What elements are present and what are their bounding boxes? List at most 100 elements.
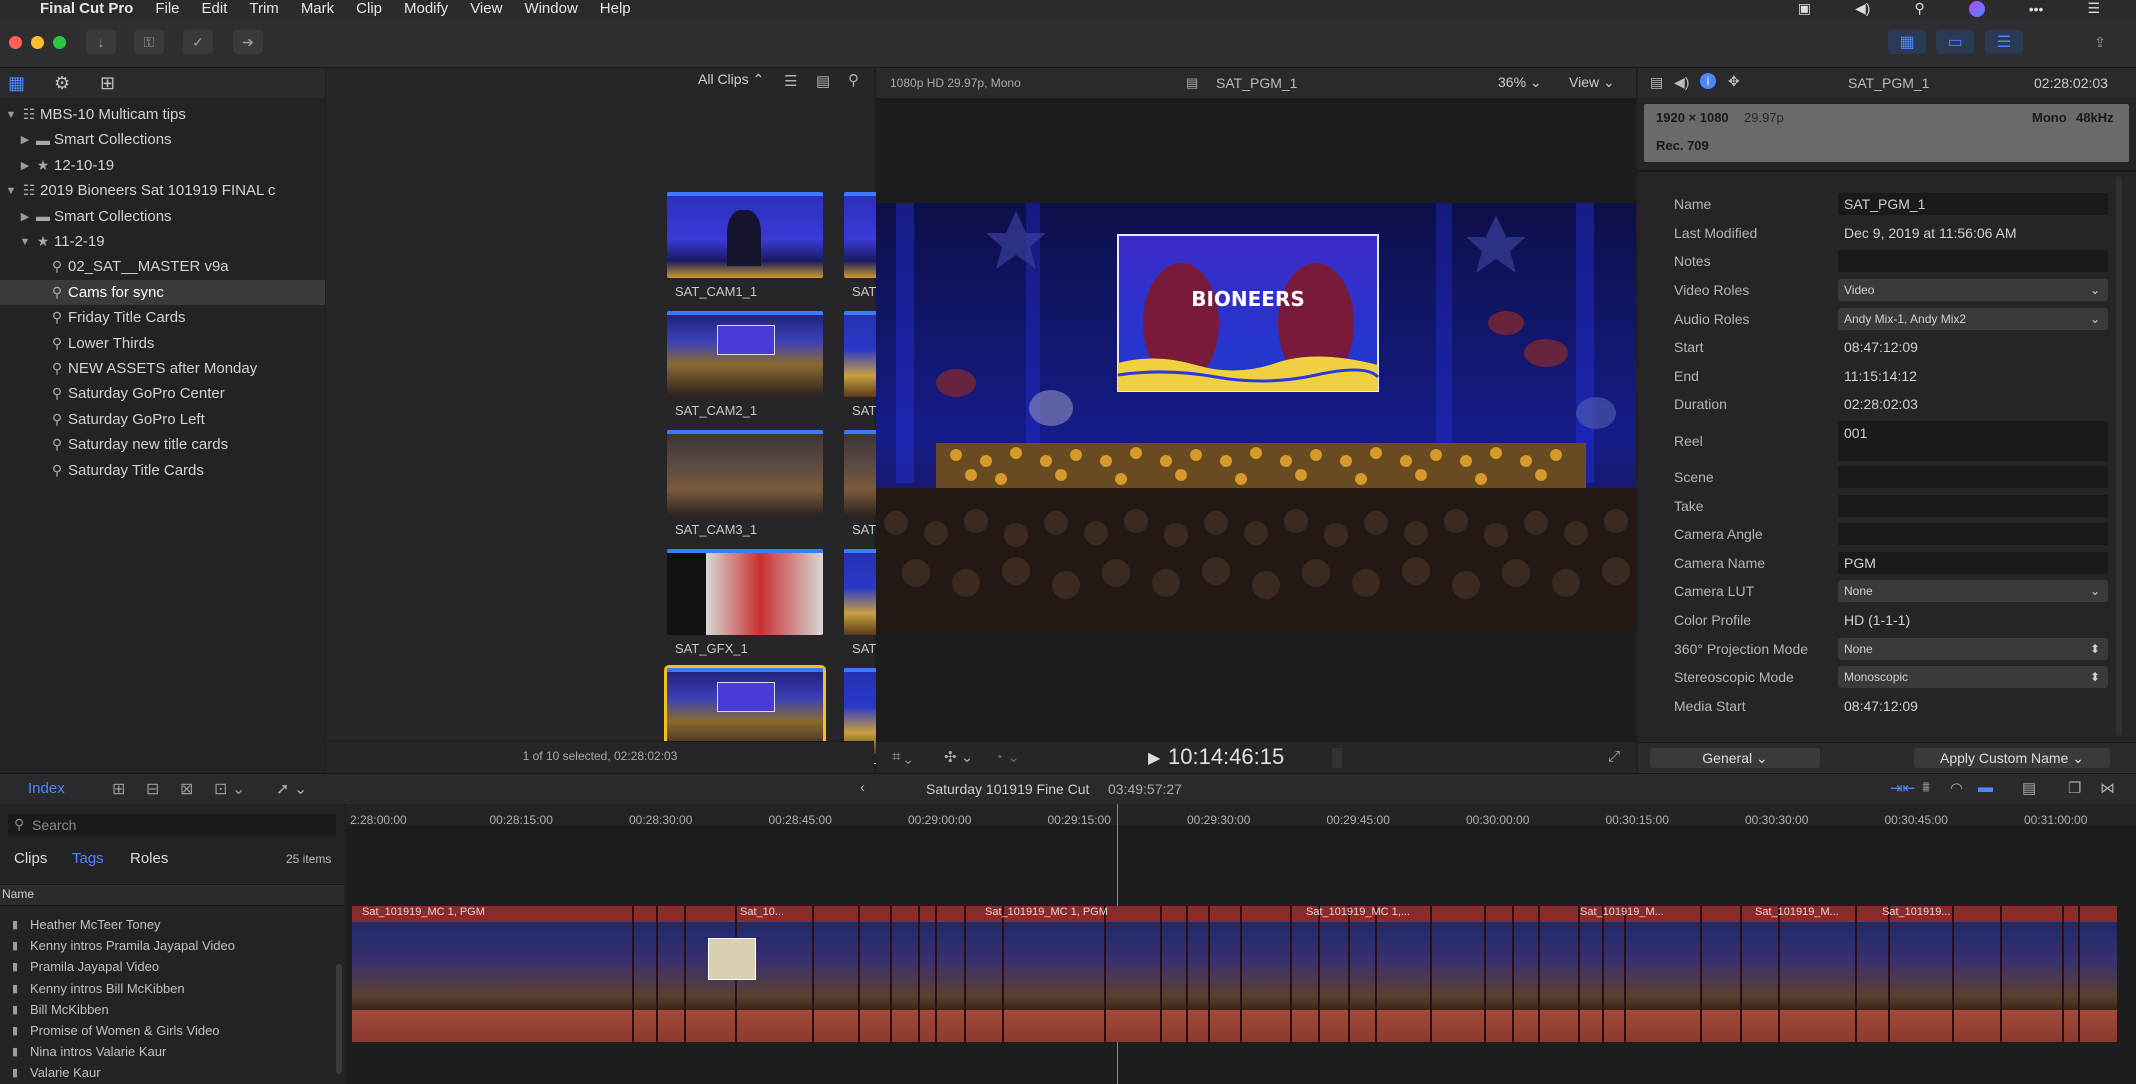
sidebar-item-lower-thirds[interactable]: ⚲ Lower Thirds (0, 331, 325, 356)
volume-icon[interactable]: ◀) (1855, 0, 1870, 17)
clip-edit-point[interactable] (1375, 906, 1377, 1042)
field-camera-name[interactable]: PGM (1838, 551, 2108, 574)
disclosure-open-icon[interactable]: ▼ (4, 109, 18, 121)
menu-help[interactable]: Help (600, 0, 631, 17)
clip-appearance-timeline-icon[interactable]: ▤ (2022, 779, 2036, 797)
field-stereoscopic-mode[interactable]: Monoscopic ⬍ (1838, 666, 2108, 689)
clip-thumbnail-sat-gfx-1[interactable] (667, 549, 823, 635)
clip-edit-point[interactable] (918, 906, 920, 1042)
audio-inspector-icon[interactable]: ◀) (1674, 74, 1689, 91)
clip-edit-point[interactable] (632, 906, 634, 1042)
siri-icon[interactable] (1968, 0, 1985, 17)
tab-roles[interactable]: Roles (130, 850, 168, 867)
transform-icon[interactable]: ✣ ⌄ (944, 748, 973, 766)
field-camera-lut[interactable]: None ⌄ (1838, 580, 2108, 603)
clip-edit-point[interactable] (1700, 906, 1702, 1042)
sidebar-item-friday-title-cards[interactable]: ⚲ Friday Title Cards (0, 305, 325, 330)
sidebar-item-02-sat-master-v9a[interactable]: ⚲ 02_SAT__MASTER v9a (0, 254, 325, 279)
show-timeline-icon[interactable]: ▭ (1936, 30, 1974, 54)
history-back-icon[interactable]: ‹ (860, 779, 865, 796)
field-reel[interactable]: 001 (1838, 420, 2108, 461)
sidebar-item-new-assets-after-monday[interactable]: ⚲ NEW ASSETS after Monday (0, 356, 325, 381)
clip-appearance-icon[interactable]: ▤ (816, 72, 830, 90)
index-button[interactable]: Index (28, 780, 65, 797)
menu-app-name[interactable]: Final Cut Pro (40, 0, 133, 17)
clip-edit-point[interactable] (684, 906, 686, 1042)
zoom-dropdown[interactable]: 36% ⌄ (1498, 74, 1542, 91)
sidebar-item-2019-bioneers-sat-101919-final-c[interactable]: ▼ ☷ 2019 Bioneers Sat 101919 FINAL c (0, 178, 325, 203)
inspector-scrollbar[interactable] (2116, 176, 2122, 736)
clip-edit-point[interactable] (1602, 906, 1604, 1042)
clip-edit-point[interactable] (1538, 906, 1540, 1042)
disclosure-open-icon[interactable]: ▼ (4, 185, 18, 197)
fullscreen-icon[interactable]: ⤢ (1608, 748, 1620, 765)
sidebar-item-saturday-gopro-center[interactable]: ⚲ Saturday GoPro Center (0, 381, 325, 406)
headphones-icon[interactable]: ◠ (1950, 779, 1963, 797)
clip-thumbnail-sat-cam3-1[interactable] (667, 430, 823, 516)
clip-edit-point[interactable] (1208, 906, 1210, 1042)
menu-view[interactable]: View (470, 0, 502, 17)
menu-modify[interactable]: Modify (404, 0, 448, 17)
spotlight-search-icon[interactable]: ⚲ (1914, 0, 1924, 17)
menu-clip[interactable]: Clip (356, 0, 382, 17)
field-camera-angle[interactable] (1838, 523, 2108, 546)
clip-edit-point[interactable] (1430, 906, 1432, 1042)
sidebar-item-saturday-gopro-left[interactable]: ⚲ Saturday GoPro Left (0, 407, 325, 432)
tab-tags[interactable]: Tags (72, 850, 104, 867)
metadata-view-dropdown[interactable]: General ⌄ (1650, 748, 1820, 768)
close-window-button[interactable] (9, 36, 22, 49)
photos-audio-icon[interactable]: ⚙ (54, 73, 70, 94)
field-scene[interactable] (1838, 466, 2108, 489)
clip-edit-point[interactable] (2062, 906, 2064, 1042)
clip-edit-point[interactable] (890, 906, 892, 1042)
info-inspector-icon[interactable]: i (1700, 73, 1716, 89)
clip-edit-point[interactable] (1624, 906, 1626, 1042)
tag-list-item[interactable]: ▮ Nina intros Valarie Kaur (0, 1041, 340, 1062)
append-clip-icon[interactable]: ⊠ (180, 779, 193, 799)
disclosure-closed-icon[interactable]: ▶ (18, 133, 32, 146)
clip-edit-point[interactable] (1104, 906, 1106, 1042)
tab-clips[interactable]: Clips (14, 850, 47, 867)
overwrite-clip-icon[interactable]: ⊡ ⌄ (214, 779, 245, 799)
field-audio-roles[interactable]: Andy Mix-1, Andy Mix2 ⌄ (1838, 307, 2108, 330)
clip-filter-dropdown[interactable]: All Clips ⌃ (698, 71, 764, 88)
tag-list-item[interactable]: ▮ Kenny intros Pramila Jayapal Video (0, 935, 340, 956)
clip-edit-point[interactable] (1484, 906, 1486, 1042)
clip-edit-point[interactable] (2078, 906, 2080, 1042)
tag-list-item[interactable]: ▮ Heather McTeer Toney (0, 914, 340, 935)
sidebar-item-11-2-19[interactable]: ▼ ★ 11-2-19 (0, 229, 325, 254)
zoom-window-button[interactable] (53, 36, 66, 49)
select-tool-icon[interactable]: ➚ ⌄ (276, 779, 307, 799)
video-frame[interactable]: BIONEERS (876, 203, 1636, 633)
apply-custom-name-button[interactable]: Apply Custom Name ⌄ (1914, 748, 2110, 768)
share-icon[interactable]: ⇪ (2085, 30, 2115, 54)
disclosure-closed-icon[interactable]: ▶ (18, 159, 32, 172)
clip-edit-point[interactable] (1778, 906, 1780, 1042)
name-column-header[interactable]: Name (2, 887, 34, 901)
transitions-browser-icon[interactable]: ⋈ (2100, 779, 2115, 797)
field-notes[interactable] (1838, 250, 2108, 273)
clip-edit-point[interactable] (1952, 906, 1954, 1042)
screen-mirror-icon[interactable]: ▣ (1798, 0, 1811, 17)
sidebar-item-mbs-10-multicam-tips[interactable]: ▼ ☷ MBS-10 Multicam tips (0, 102, 325, 127)
background-tasks-icon[interactable]: ✓ (183, 30, 213, 54)
menu-mark[interactable]: Mark (301, 0, 334, 17)
clip-edit-point[interactable] (1002, 906, 1004, 1042)
clip-edit-point[interactable] (656, 906, 658, 1042)
clip-edit-point[interactable] (812, 906, 814, 1042)
clip-thumbnail-sat-cam2-1[interactable] (667, 311, 823, 397)
notification-center-icon[interactable]: ☰ (2087, 0, 2100, 17)
tag-list-item[interactable]: ▮ Pramila Jayapal Video (0, 956, 340, 977)
share-inspector-icon[interactable]: ✥ (1728, 73, 1740, 90)
crop-icon[interactable]: ⌗ ⌄ (892, 748, 912, 765)
play-button[interactable]: ▶ (1148, 748, 1160, 768)
view-options-dropdown[interactable]: View ⌄ (1569, 74, 1615, 91)
disclosure-closed-icon[interactable]: ▶ (18, 210, 32, 223)
tag-list-item[interactable]: ▮ Kenny intros Bill McKibben (0, 978, 340, 999)
clip-thumbnail-sat-cam1-1[interactable] (667, 192, 823, 278)
clip-edit-point[interactable] (1512, 906, 1514, 1042)
clip-edit-point[interactable] (1348, 906, 1350, 1042)
minimize-window-button[interactable] (31, 36, 44, 49)
menu-trim[interactable]: Trim (249, 0, 278, 17)
tag-list-item[interactable]: ▮ Valarie Kaur (0, 1062, 340, 1083)
